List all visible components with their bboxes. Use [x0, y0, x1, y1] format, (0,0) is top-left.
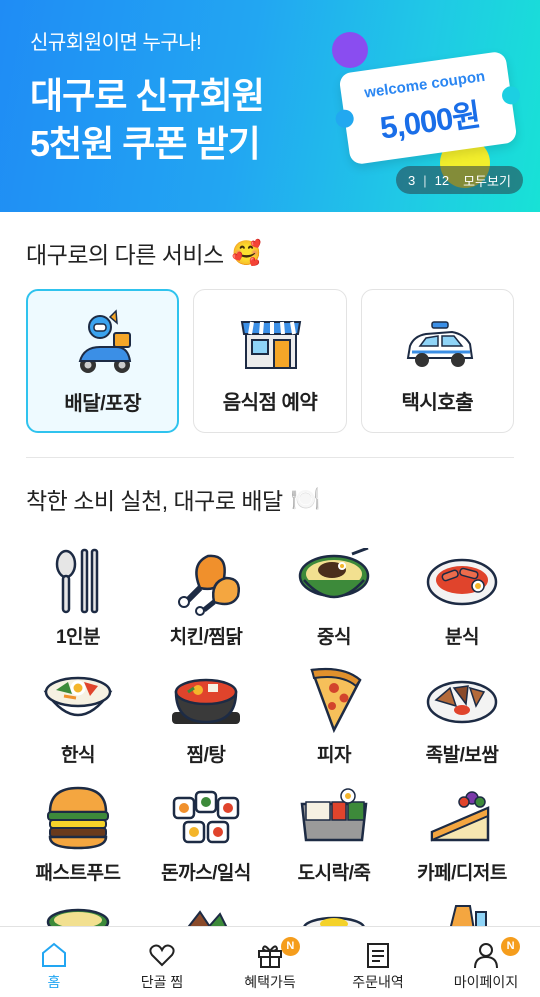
- category-lunchbox[interactable]: 도시락/죽: [270, 784, 398, 894]
- category-label: 분식: [445, 627, 479, 648]
- category-label: 치킨/찜닭: [169, 627, 243, 648]
- tteokbokki-icon: [426, 558, 498, 606]
- pager-total: 12: [434, 172, 450, 188]
- nav-benefits[interactable]: N 혜택가득: [216, 927, 324, 997]
- category-cafe-dessert[interactable]: 카페/디저트: [398, 784, 526, 894]
- banner-title-line2: 5천원 쿠폰 받기: [30, 123, 261, 164]
- taxi-icon: [406, 321, 473, 367]
- service-delivery-button[interactable]: 배달/포장: [26, 289, 180, 433]
- nav-benefits-label: 혜택가득: [244, 974, 296, 990]
- person-icon: [474, 943, 498, 969]
- restaurant-store-icon: [241, 321, 302, 369]
- category-snack[interactable]: 분식: [398, 548, 526, 658]
- bibimbap-icon: [43, 676, 113, 717]
- service-taxi-label: 택시호출: [401, 392, 474, 414]
- category-japanese[interactable]: 돈까스/일식: [142, 784, 270, 894]
- plate-cutlery-icon: 🍽️: [290, 485, 321, 513]
- category-label: 피자: [317, 745, 351, 766]
- gift-icon: [258, 945, 282, 968]
- pager-current: 3: [408, 172, 416, 188]
- sushi-icon: [172, 790, 240, 844]
- pager-separator: |: [423, 172, 427, 188]
- banner-title-line1: 대구로 신규회원: [30, 75, 265, 116]
- banner-title: 대구로 신규회원 5천원 쿠폰 받기: [30, 72, 265, 168]
- pizza-icon: [310, 667, 362, 734]
- heart-icon: [149, 944, 175, 967]
- category-label: 한식: [61, 745, 95, 766]
- category-label: 1인분: [55, 627, 101, 648]
- services-title-text: 대구로의 다른 서비스: [26, 242, 224, 268]
- category-label: 족발/보쌈: [425, 745, 499, 766]
- section-divider: [26, 457, 514, 458]
- view-all-link[interactable]: 모두보기: [463, 171, 511, 190]
- promo-banner[interactable]: 신규회원이면 누구나! 대구로 신규회원 5천원 쿠폰 받기 welcome c…: [0, 0, 540, 212]
- nav-home-label: 홈: [47, 974, 61, 990]
- nav-orders-label: 주문내역: [352, 974, 404, 990]
- category-label: 도시락/죽: [297, 863, 371, 884]
- chicken-icon: [178, 554, 240, 616]
- cake-icon: [430, 791, 490, 842]
- service-taxi-button[interactable]: 택시호출: [360, 289, 514, 433]
- category-chinese[interactable]: 중식: [270, 548, 398, 658]
- mypage-badge: N: [501, 937, 521, 956]
- nav-mypage[interactable]: N 마이페이지: [432, 927, 540, 997]
- home-icon: [42, 942, 66, 967]
- benefits-badge: N: [280, 937, 300, 956]
- receipt-icon: [367, 943, 389, 968]
- services-row: 배달/포장 음식점 예약 택시호출: [26, 289, 514, 433]
- categories-title: 착한 소비 실천, 대구로 배달 🍽️: [26, 482, 321, 516]
- category-fastfood[interactable]: 패스트푸드: [14, 784, 142, 894]
- category-label: 찜/탕: [186, 745, 226, 766]
- category-label: 카페/디저트: [417, 863, 507, 884]
- category-stew[interactable]: 찜/탕: [142, 666, 270, 776]
- jajangmyeon-icon: [298, 548, 370, 599]
- service-reservation-button[interactable]: 음식점 예약: [193, 289, 347, 433]
- nav-favorites[interactable]: 단골 찜: [108, 927, 216, 997]
- burger-icon: [47, 786, 109, 850]
- category-label: 중식: [317, 627, 351, 648]
- categories-title-text: 착한 소비 실천, 대구로 배달: [26, 488, 283, 514]
- stew-pot-icon: [172, 678, 240, 724]
- category-korean[interactable]: 한식: [14, 666, 142, 776]
- nav-favorites-label: 단골 찜: [140, 974, 184, 990]
- bottom-navigation: 홈 단골 찜 N 혜택가득 주문내역 N 마이페이지: [0, 926, 540, 997]
- services-title: 대구로의 다른 서비스 🥰: [26, 236, 262, 270]
- smiling-face-hearts-icon: 🥰: [231, 239, 262, 267]
- banner-subtitle: 신규회원이면 누구나!: [30, 32, 202, 54]
- category-label: 돈까스/일식: [161, 863, 251, 884]
- category-jokbal[interactable]: 족발/보쌈: [398, 666, 526, 776]
- nav-home[interactable]: 홈: [0, 927, 108, 997]
- service-delivery-label: 배달/포장: [64, 393, 141, 415]
- category-label: 패스트푸드: [35, 863, 121, 884]
- spoon-chopsticks-icon: [55, 548, 99, 614]
- nav-mypage-label: 마이페이지: [453, 974, 519, 990]
- delivery-scooter-icon: [78, 309, 132, 373]
- category-1person[interactable]: 1인분: [14, 548, 142, 658]
- banner-pager[interactable]: 3 | 12 모두보기: [396, 166, 523, 194]
- coupon-graphic: welcome coupon 5,000원: [334, 50, 522, 166]
- lunchbox-icon: [300, 788, 368, 842]
- jokbal-icon: [426, 680, 498, 724]
- decor-circle-purple: [332, 32, 368, 68]
- category-pizza[interactable]: 피자: [270, 666, 398, 776]
- nav-orders[interactable]: 주문내역: [324, 927, 432, 997]
- service-reservation-label: 음식점 예약: [222, 392, 318, 414]
- category-chicken[interactable]: 치킨/찜닭: [142, 548, 270, 658]
